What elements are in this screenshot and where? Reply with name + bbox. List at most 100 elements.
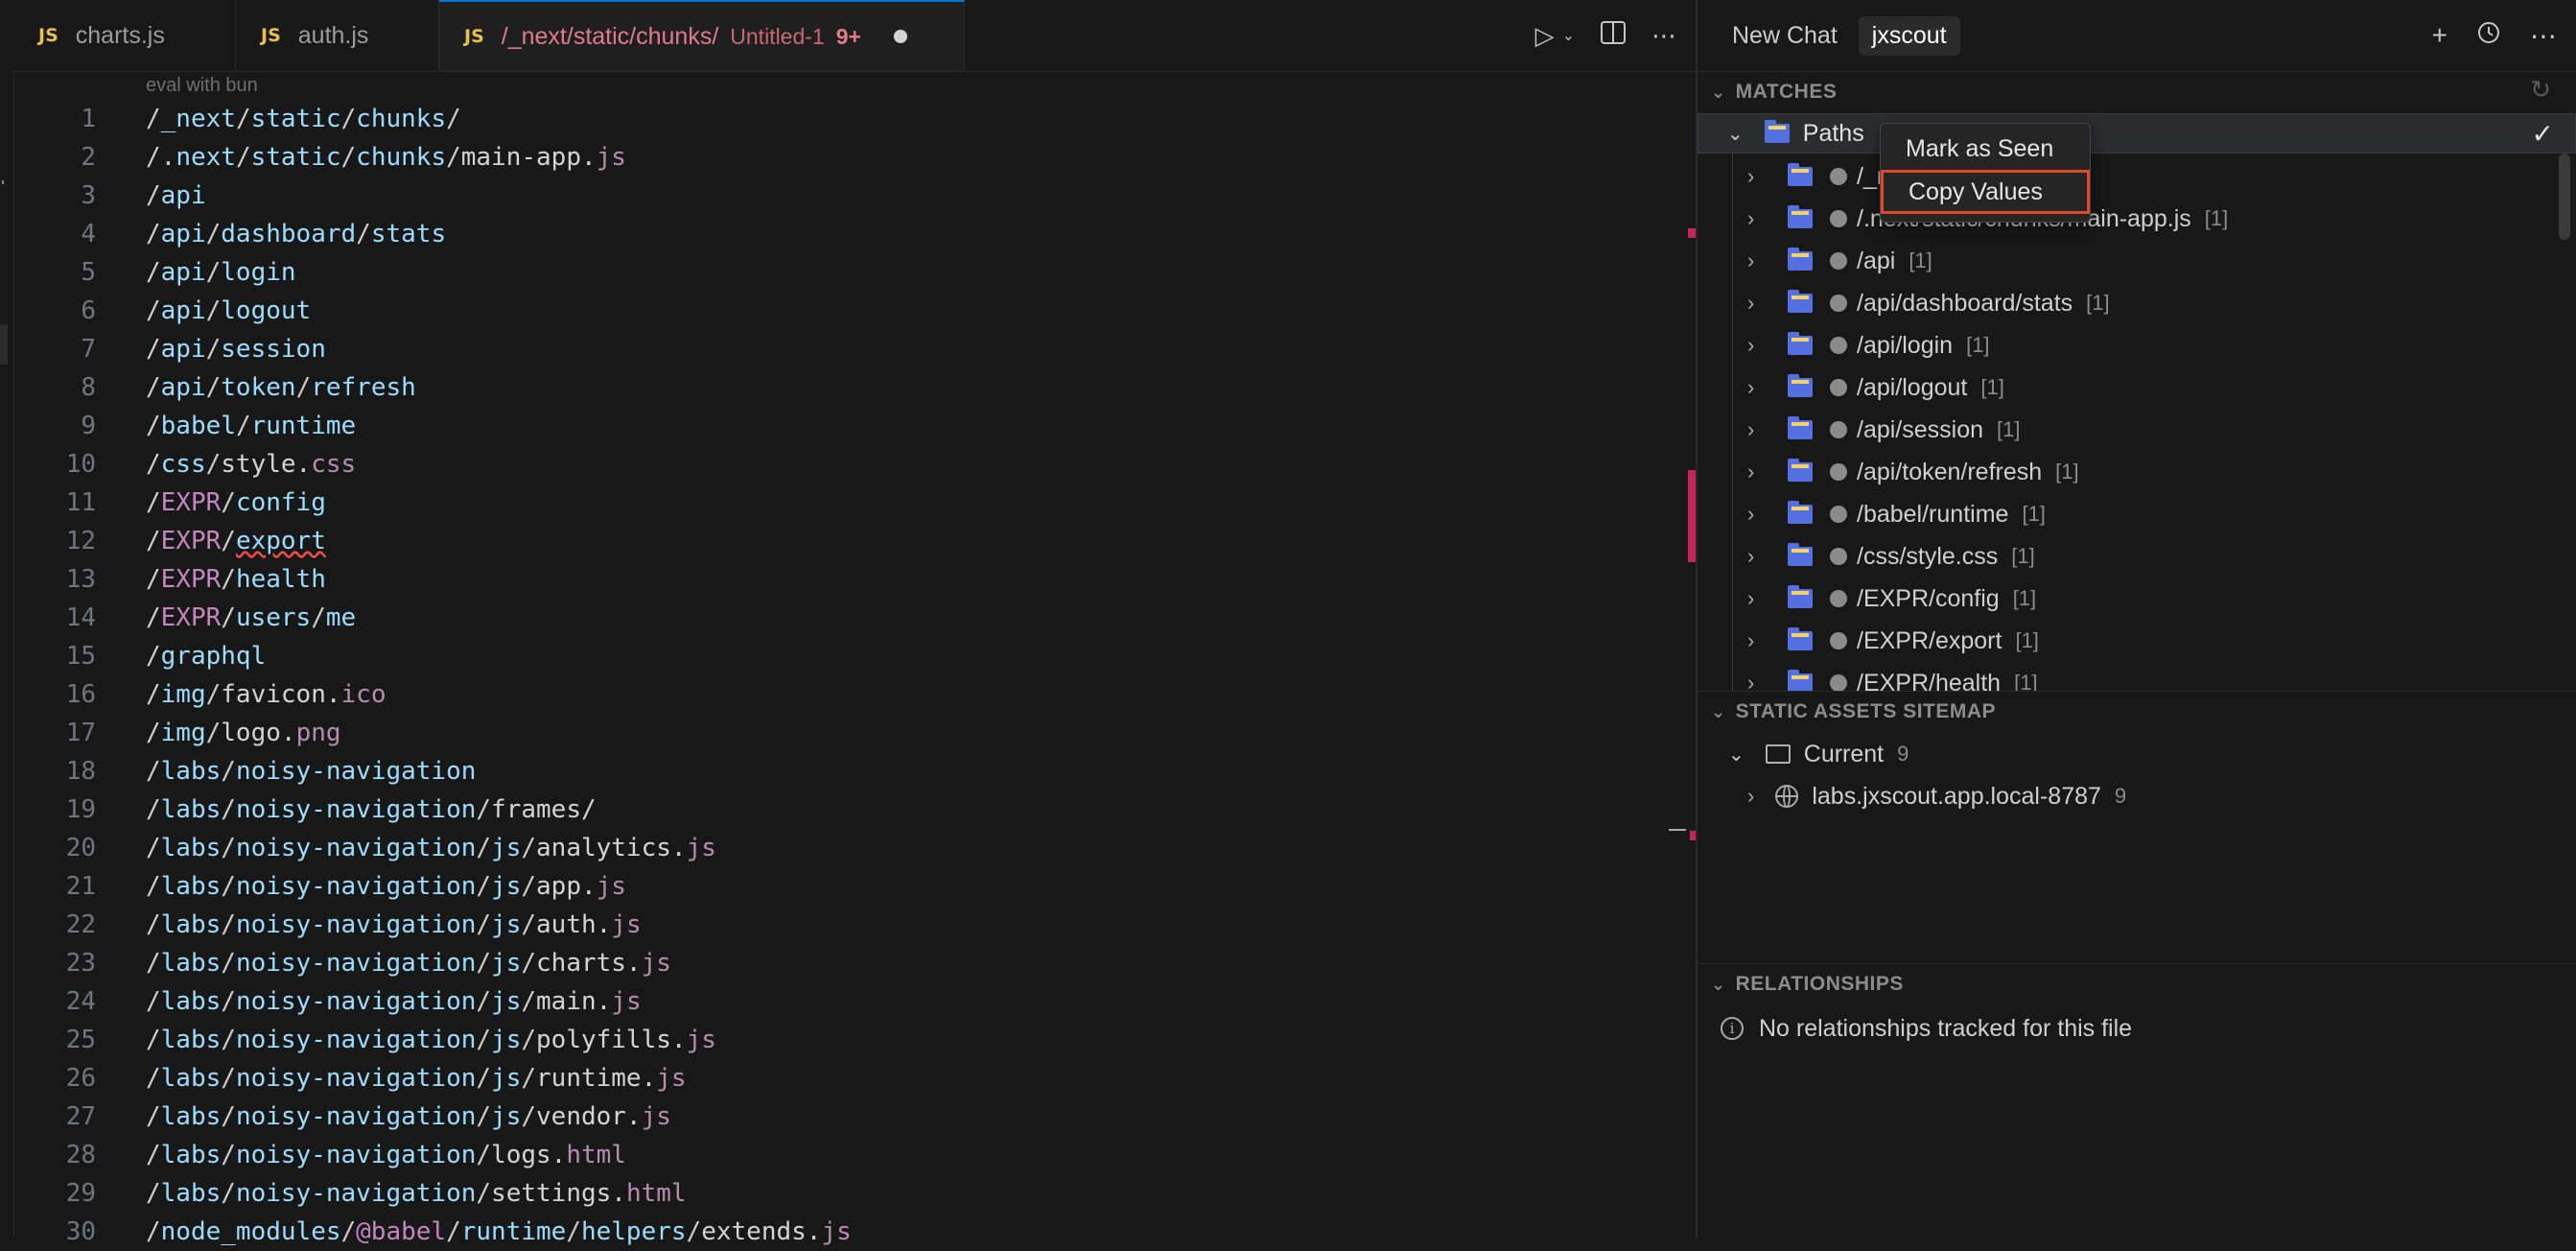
- code-line[interactable]: 17/img/logo.png: [13, 714, 1663, 752]
- match-item[interactable]: › /babel/runtime [1]: [1698, 493, 2561, 535]
- code-line[interactable]: 3/api: [13, 177, 1663, 215]
- chevron-down-icon[interactable]: ⌄: [1562, 26, 1575, 45]
- strip-marker: [2, 180, 4, 184]
- code-line[interactable]: 9/babel/runtime: [13, 407, 1663, 445]
- code-line[interactable]: 29/labs/noisy-navigation/settings.html: [13, 1174, 1663, 1213]
- code-line[interactable]: 8/api/token/refresh: [13, 368, 1663, 407]
- run-icon[interactable]: ▷: [1535, 21, 1555, 51]
- match-item[interactable]: › /css/style.css [1]: [1698, 535, 2561, 578]
- code-line[interactable]: 18/labs/noisy-navigation: [13, 752, 1663, 791]
- refresh-icon[interactable]: ↻: [2530, 75, 2551, 105]
- match-item[interactable]: › /api/token/refresh [1]: [1698, 451, 2561, 493]
- code-line[interactable]: 7/api/session: [13, 330, 1663, 368]
- status-dot-icon: [1830, 632, 1847, 649]
- js-file-icon: JS: [464, 26, 484, 47]
- token: js: [821, 1217, 852, 1246]
- sitemap-host[interactable]: › labs.jxscout.app.local-8787 9: [1747, 775, 2126, 817]
- tree-root-paths[interactable]: ⌄ Paths ✓: [1698, 113, 2576, 153]
- code-line[interactable]: 4/api/dashboard/stats: [13, 215, 1663, 253]
- code-line[interactable]: 16/img/favicon.ico: [13, 675, 1663, 714]
- more-icon[interactable]: ⋯: [2530, 20, 2557, 52]
- token: api: [160, 335, 206, 364]
- code-line[interactable]: 12/EXPR/export: [13, 522, 1663, 560]
- token: /: [146, 220, 161, 248]
- code-line[interactable]: 13/EXPR/health: [13, 560, 1663, 599]
- code-line[interactable]: 6/api/logout: [13, 292, 1663, 330]
- match-item[interactable]: ›/_n[1]: [1698, 155, 2561, 198]
- token: api: [160, 181, 206, 210]
- copy-values-item[interactable]: Copy Values: [1881, 170, 2090, 214]
- code-line[interactable]: 14/EXPR/users/me: [13, 599, 1663, 637]
- match-item[interactable]: › /api/logout [1]: [1698, 366, 2561, 409]
- line-text: /labs/noisy-navigation/settings.html: [96, 1174, 687, 1213]
- sitemap-label: Current: [1803, 740, 1885, 767]
- line-text: /labs/noisy-navigation/js/app.js: [96, 867, 626, 906]
- tab-charts-js[interactable]: JS charts.js: [13, 0, 236, 71]
- more-icon[interactable]: ⋯: [1651, 21, 1676, 51]
- code-line[interactable]: 24/labs/noisy-navigation/js/main.js: [13, 982, 1663, 1021]
- relationships-empty: i No relationships tracked for this file: [1721, 1011, 2132, 1046]
- code-line[interactable]: 11/EXPR/config: [13, 484, 1663, 522]
- match-item[interactable]: ›/.next/static/chunks/main-app.js[1]: [1698, 198, 2561, 240]
- match-item[interactable]: › /api/dashboard/stats [1]: [1698, 282, 2561, 324]
- matches-header[interactable]: ⌄ MATCHES: [1711, 73, 1837, 111]
- token: png: [295, 719, 341, 747]
- match-item[interactable]: › /EXPR/export [1]: [1698, 620, 2561, 662]
- tab-jxscout[interactable]: jxscout: [1858, 15, 1960, 56]
- match-item[interactable]: › /EXPR/config [1]: [1698, 578, 2561, 620]
- chevron-down-icon: ⌄: [1711, 701, 1726, 721]
- match-item[interactable]: › /api/session [1]: [1698, 409, 2561, 451]
- code-line[interactable]: 19/labs/noisy-navigation/frames/: [13, 791, 1663, 829]
- token: @babel: [356, 1217, 447, 1246]
- token: /: [146, 680, 161, 709]
- code-lens-hint[interactable]: eval with bun: [146, 75, 258, 97]
- split-editor-icon[interactable]: [1600, 20, 1627, 52]
- sitemap-current[interactable]: ⌄ Current 9: [1728, 733, 1909, 775]
- token: /: [146, 719, 161, 747]
- code-line[interactable]: 26/labs/noisy-navigation/js/runtime.js: [13, 1059, 1663, 1098]
- token: labs: [160, 872, 222, 901]
- token: app.: [536, 872, 597, 901]
- code-line[interactable]: 28/labs/noisy-navigation/logs.html: [13, 1136, 1663, 1174]
- tab-new-chat[interactable]: New Chat: [1732, 22, 1838, 50]
- chevron-down-icon: ⌄: [1727, 123, 1744, 145]
- match-item[interactable]: › /api/login [1]: [1698, 324, 2561, 366]
- relationships-header[interactable]: ⌄ RELATIONSHIPS: [1711, 965, 1904, 1003]
- code-line[interactable]: 5/api/login: [13, 253, 1663, 292]
- token: js: [491, 987, 522, 1016]
- code-line[interactable]: 10/css/style.css: [13, 445, 1663, 484]
- code-editor[interactable]: 1/_next/static/chunks/2/.next/static/chu…: [13, 100, 1663, 1251]
- code-line[interactable]: 27/labs/noisy-navigation/js/vendor.js: [13, 1098, 1663, 1136]
- code-line[interactable]: 22/labs/noisy-navigation/js/auth.js: [13, 906, 1663, 944]
- mark-as-seen-item[interactable]: Mark as Seen: [1881, 128, 2090, 170]
- sitemap-header[interactable]: ⌄ STATIC ASSETS SITEMAP: [1711, 693, 1996, 731]
- token: js: [686, 834, 716, 862]
- check-icon[interactable]: ✓: [2532, 118, 2554, 150]
- token: login: [221, 258, 296, 287]
- line-number: 15: [65, 642, 96, 671]
- token: noisy-navigation: [235, 949, 477, 978]
- plus-icon[interactable]: +: [2432, 20, 2447, 51]
- code-line[interactable]: 30/node_modules/@babel/runtime/helpers/e…: [13, 1213, 1663, 1251]
- unsaved-dot-icon[interactable]: [893, 30, 907, 43]
- match-item[interactable]: › /api [1]: [1698, 240, 2561, 282]
- code-line[interactable]: 23/labs/noisy-navigation/js/charts.js: [13, 944, 1663, 982]
- token: noisy-navigation: [235, 1064, 477, 1093]
- code-line[interactable]: 2/.next/static/chunks/main-app.js: [13, 138, 1663, 177]
- status-dot-icon: [1830, 463, 1847, 481]
- token: runtime: [460, 1217, 567, 1246]
- code-line[interactable]: 21/labs/noisy-navigation/js/app.js: [13, 867, 1663, 906]
- code-line[interactable]: 15/graphql: [13, 637, 1663, 675]
- status-dot-icon: [1830, 590, 1847, 607]
- token: noisy-navigation: [235, 987, 477, 1016]
- token: /: [146, 795, 161, 824]
- code-line[interactable]: 1/_next/static/chunks/: [13, 100, 1663, 138]
- line-number: 19: [65, 795, 96, 824]
- tab-auth-js[interactable]: JS auth.js: [236, 0, 439, 71]
- code-line[interactable]: 20/labs/noisy-navigation/js/analytics.js: [13, 829, 1663, 867]
- tab-untitled-1[interactable]: JS /_next/static/chunks/ Untitled-1 9+: [439, 0, 965, 71]
- code-line[interactable]: 25/labs/noisy-navigation/js/polyfills.js: [13, 1021, 1663, 1059]
- history-icon[interactable]: [2476, 20, 2501, 52]
- token: js: [641, 1102, 671, 1131]
- token: EXPR: [160, 488, 222, 517]
